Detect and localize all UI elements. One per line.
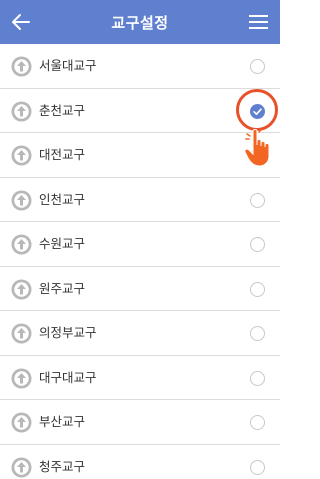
list-item[interactable]: 수원교구 [0,222,280,267]
list-item[interactable]: 의정부교구 [0,311,280,356]
upload-arrow-icon [11,234,32,255]
radio-button[interactable] [250,59,265,74]
list-item-label: 부산교구 [39,414,86,429]
upload-arrow-icon [11,190,32,210]
upload-arrow-icon [11,101,32,121]
radio-button[interactable] [250,370,265,386]
radio-button[interactable] [250,192,265,208]
list-item-label: 청주교구 [39,458,86,474]
list-item[interactable]: 부산교구 [0,400,280,445]
list-item-label: 대구대교구 [39,369,97,385]
radio-button[interactable] [250,326,265,341]
hamburger-menu-icon[interactable] [249,13,268,31]
highlight-circle [236,89,278,131]
upload-arrow-icon [11,412,32,433]
radio-button[interactable] [250,415,265,430]
list-item-label: 대전교구 [39,147,86,162]
back-arrow-icon[interactable] [10,11,32,33]
list-item[interactable]: 서울대교구 [0,44,280,89]
upload-arrow-icon [11,368,32,388]
upload-arrow-icon [11,145,32,166]
list-item[interactable]: 인천교구 [0,178,280,222]
list-item-label: 서울대교구 [39,58,97,73]
list-item-label: 인천교구 [39,191,86,207]
pointing-hand-icon [244,129,270,167]
upload-arrow-icon [11,56,32,77]
list-item[interactable]: 원주교구 [0,267,280,311]
list-item-label: 원주교구 [39,280,86,296]
radio-button[interactable] [250,237,265,252]
list-item-label: 의정부교구 [39,325,97,340]
list-item-label: 수원교구 [39,236,86,251]
page-title: 교구설정 [111,13,169,32]
list-item[interactable]: 청주교구 [0,445,280,479]
list-item[interactable]: 대전교구 [0,133,280,178]
upload-arrow-icon [11,323,32,344]
radio-button[interactable] [250,459,265,475]
top-app-bar: 교구설정 [0,0,280,44]
list-item-label: 춘천교구 [39,102,86,118]
upload-arrow-icon [11,457,32,477]
upload-arrow-icon [11,279,32,299]
list-item[interactable]: 대구대교구 [0,356,280,400]
radio-button[interactable] [250,281,265,297]
